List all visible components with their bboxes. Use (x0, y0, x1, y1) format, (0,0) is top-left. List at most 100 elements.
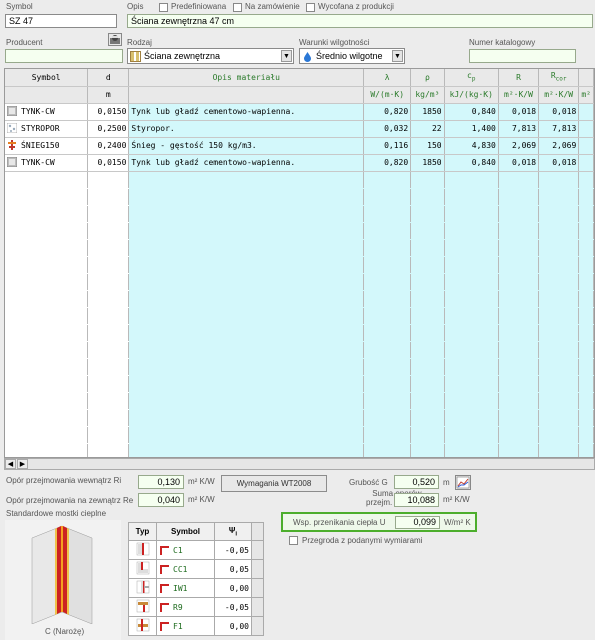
empty-cell[interactable] (128, 341, 365, 359)
empty-cell[interactable] (5, 375, 89, 393)
empty-cell[interactable] (444, 290, 499, 308)
empty-row[interactable] (5, 341, 594, 359)
cell-r[interactable]: 2,069 (498, 137, 540, 155)
empty-cell[interactable] (538, 307, 580, 325)
empty-cell[interactable] (5, 307, 89, 325)
bridge-row[interactable]: R9 -0,05 (128, 597, 264, 617)
empty-cell[interactable] (5, 290, 89, 308)
empty-cell[interactable] (128, 409, 365, 427)
cell-cp[interactable]: 1,400 (444, 120, 499, 138)
bridges-scrollbar-track[interactable] (251, 559, 264, 579)
empty-cell[interactable] (538, 341, 580, 359)
empty-cell[interactable] (363, 171, 412, 189)
empty-cell[interactable] (444, 239, 499, 257)
empty-cell[interactable] (5, 171, 89, 189)
empty-cell[interactable] (410, 188, 445, 206)
chart-icon[interactable] (455, 475, 471, 490)
empty-cell[interactable] (87, 341, 130, 359)
empty-cell[interactable] (87, 392, 130, 410)
table-row[interactable]: TYNK-CW 0,0150 Tynk lub gładź cementowo-wa… (5, 103, 594, 121)
empty-cell[interactable] (538, 409, 580, 427)
cell-cp[interactable]: 0,840 (444, 103, 499, 121)
empty-cell[interactable] (538, 239, 580, 257)
scroll-left-icon[interactable]: ◀ (5, 459, 16, 469)
empty-cell[interactable] (498, 273, 540, 291)
empty-cell[interactable] (363, 256, 412, 274)
discontinued-checkbox[interactable] (306, 3, 315, 12)
opis-input[interactable]: Ściana zewnętrzna 47 cm (127, 14, 593, 28)
warunki-select[interactable]: Średnio wilgotne ▼ (299, 48, 405, 64)
empty-cell[interactable] (578, 341, 594, 359)
empty-cell[interactable] (498, 307, 540, 325)
empty-cell[interactable] (538, 256, 580, 274)
chevron-down-icon[interactable]: ▼ (392, 50, 403, 62)
empty-cell[interactable] (128, 443, 365, 457)
empty-cell[interactable] (578, 290, 594, 308)
cell-r[interactable]: 0,018 (498, 103, 540, 121)
col-header-lambda[interactable]: λ (363, 69, 412, 87)
col-header-symbol[interactable]: Symbol (5, 69, 89, 87)
producent-input[interactable] (5, 49, 123, 63)
bridge-psi-cell[interactable]: -0,05 (214, 540, 252, 560)
bridge-header-symbol[interactable]: Symbol (156, 522, 215, 541)
empty-cell[interactable] (410, 239, 445, 257)
empty-cell[interactable] (87, 273, 130, 291)
empty-cell[interactable] (128, 256, 365, 274)
empty-cell[interactable] (363, 375, 412, 393)
bridge-symbol-cell[interactable]: R9 (156, 597, 215, 617)
cell-opis[interactable]: Śnieg - gęstość 150 kg/m3. (128, 137, 365, 155)
empty-cell[interactable] (578, 375, 594, 393)
empty-cell[interactable] (444, 171, 499, 189)
col-header-cp[interactable]: cp (444, 69, 499, 87)
empty-cell[interactable] (363, 443, 412, 457)
cell-r[interactable]: 0,018 (498, 154, 540, 172)
empty-cell[interactable] (363, 222, 412, 240)
empty-row[interactable] (5, 358, 594, 376)
table-row[interactable]: STYROPOR 0,2500 Styropor. 0,032 22 1,400 7,813… (5, 120, 594, 138)
cell-lambda[interactable]: 0,032 (363, 120, 412, 138)
empty-cell[interactable] (578, 256, 594, 274)
partition-checkbox[interactable] (289, 536, 298, 545)
empty-cell[interactable] (5, 188, 89, 206)
bridge-symbol-cell[interactable]: IW1 (156, 578, 215, 598)
table-row[interactable]: ŚNIEG150 0,2400 Śnieg - gęstość 150 kg/m3.… (5, 137, 594, 155)
rodzaj-select[interactable]: Ściana zewnętrzna ▼ (127, 48, 294, 64)
empty-cell[interactable] (498, 222, 540, 240)
empty-cell[interactable] (87, 324, 130, 342)
cell-d[interactable]: 0,0150 (87, 103, 130, 121)
bridge-psi-cell[interactable]: 0,00 (214, 578, 252, 598)
empty-cell[interactable] (128, 222, 365, 240)
empty-cell[interactable] (538, 324, 580, 342)
cell-r[interactable]: 7,813 (498, 120, 540, 138)
cell-symbol[interactable]: TYNK-CW (5, 154, 89, 172)
empty-cell[interactable] (363, 290, 412, 308)
empty-cell[interactable] (498, 290, 540, 308)
empty-cell[interactable] (538, 222, 580, 240)
empty-cell[interactable] (538, 426, 580, 444)
empty-cell[interactable] (498, 358, 540, 376)
empty-cell[interactable] (5, 358, 89, 376)
empty-row[interactable] (5, 443, 594, 457)
empty-cell[interactable] (444, 443, 499, 457)
materials-grid[interactable]: Symbol d Opis materiału λ ρ cp R Rcor m … (4, 68, 595, 458)
empty-cell[interactable] (87, 443, 130, 457)
empty-cell[interactable] (444, 307, 499, 325)
empty-cell[interactable] (578, 358, 594, 376)
empty-cell[interactable] (498, 171, 540, 189)
col-header-d[interactable]: d (87, 69, 130, 87)
cell-rho[interactable]: 22 (410, 120, 445, 138)
empty-cell[interactable] (538, 358, 580, 376)
cell-rcor[interactable]: 2,069 (538, 137, 580, 155)
empty-row[interactable] (5, 324, 594, 342)
empty-cell[interactable] (578, 307, 594, 325)
empty-cell[interactable] (5, 239, 89, 257)
empty-cell[interactable] (87, 256, 130, 274)
empty-cell[interactable] (498, 324, 540, 342)
bridges-scrollbar-track[interactable] (251, 597, 264, 617)
empty-cell[interactable] (5, 392, 89, 410)
empty-cell[interactable] (410, 222, 445, 240)
scroll-right-icon[interactable]: ▶ (17, 459, 28, 469)
bridges-scrollbar-track[interactable] (251, 616, 264, 636)
empty-row[interactable] (5, 256, 594, 274)
symbol-input[interactable]: SZ 47 (5, 14, 117, 28)
